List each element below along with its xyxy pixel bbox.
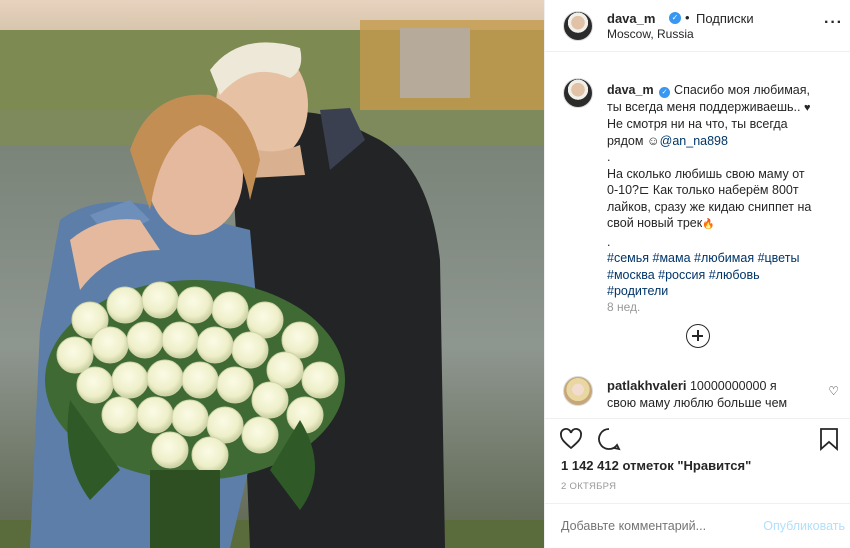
hashtag-line-1[interactable]: #семья #мама #любимая #цветы xyxy=(607,250,839,267)
comment-body-line-1: 10000000000 я xyxy=(689,379,777,393)
caption-line-2: ты всегда меня поддерживаешь.. xyxy=(607,99,801,114)
caption-line-1: Спасибо моя любимая, xyxy=(674,83,810,97)
likes-count[interactable]: 1 142 412 отметок "Нравится" xyxy=(561,458,751,473)
caption-line-8: лайков, сразу же кидаю сниппет на xyxy=(607,199,812,214)
add-comment-bar: Опубликовать xyxy=(545,503,850,548)
comment-input[interactable] xyxy=(561,519,751,533)
comment-like-icon[interactable]: ♡ xyxy=(828,384,839,398)
bookmark-icon[interactable] xyxy=(819,427,839,451)
mention-link[interactable]: @an_na898 xyxy=(660,134,728,148)
heart-emoji-icon: ♥ xyxy=(803,101,811,114)
caption-line-5: . xyxy=(607,150,611,164)
comment-body-line-2: свою маму люблю больше чем xyxy=(607,395,788,410)
fire-emoji-icon: 🔥 xyxy=(702,219,715,230)
post-sidebar: dava_m ✓ • Подписки Moscow, Russia ··· d… xyxy=(544,0,850,548)
caption-line-6: На сколько любишь свою маму от xyxy=(607,166,805,181)
like-heart-icon[interactable] xyxy=(559,427,583,451)
more-options-icon[interactable]: ··· xyxy=(824,14,843,32)
caption-author-avatar[interactable] xyxy=(563,78,593,108)
caption-line-4: рядом ☺ xyxy=(607,133,660,148)
caption-line-10: . xyxy=(607,234,611,249)
post-date[interactable]: 2 ОКТЯБРЯ xyxy=(561,481,616,492)
post-header: dava_m ✓ • Подписки Moscow, Russia ··· xyxy=(545,0,850,52)
commenter-avatar[interactable] xyxy=(563,376,593,406)
author-username[interactable]: dava_m xyxy=(607,11,655,26)
verified-badge-icon: ✓ xyxy=(659,87,671,98)
publish-button[interactable]: Опубликовать xyxy=(763,519,845,533)
hashtag-line-3[interactable]: #родители xyxy=(607,283,839,300)
header-separator: • xyxy=(685,10,690,25)
comment-bubble-icon[interactable] xyxy=(597,427,621,451)
comment-item: patlakhvaleri 10000000000 я свою маму лю… xyxy=(563,376,839,412)
caption-line-7: 0-10?⊏ Как только наберём 800т xyxy=(607,183,799,197)
caption-username[interactable]: dava_m xyxy=(607,83,654,97)
verified-badge-icon: ✓ xyxy=(669,12,681,24)
post-location[interactable]: Moscow, Russia xyxy=(607,27,694,41)
post-photo[interactable] xyxy=(0,0,544,548)
commenter-username[interactable]: patlakhvaleri xyxy=(607,378,687,393)
caption-text: dava_m ✓ Спасибо моя любимая, ты всегда м… xyxy=(607,82,839,300)
post-photo-illustration xyxy=(0,0,544,548)
post-actions-bar xyxy=(545,418,850,458)
author-avatar[interactable] xyxy=(563,11,593,41)
following-button[interactable]: Подписки xyxy=(696,11,754,26)
caption-line-3: Не смотря ни на что, ты всегда xyxy=(607,117,788,131)
plus-circle-icon[interactable] xyxy=(686,324,710,348)
caption-line-9: свой новый трек xyxy=(607,216,703,230)
post-time-ago[interactable]: 8 нед. xyxy=(607,300,640,314)
hashtag-line-2[interactable]: #москва #россия #любовь xyxy=(607,267,839,284)
comment-text: patlakhvaleri 10000000000 я свою маму лю… xyxy=(607,378,813,411)
